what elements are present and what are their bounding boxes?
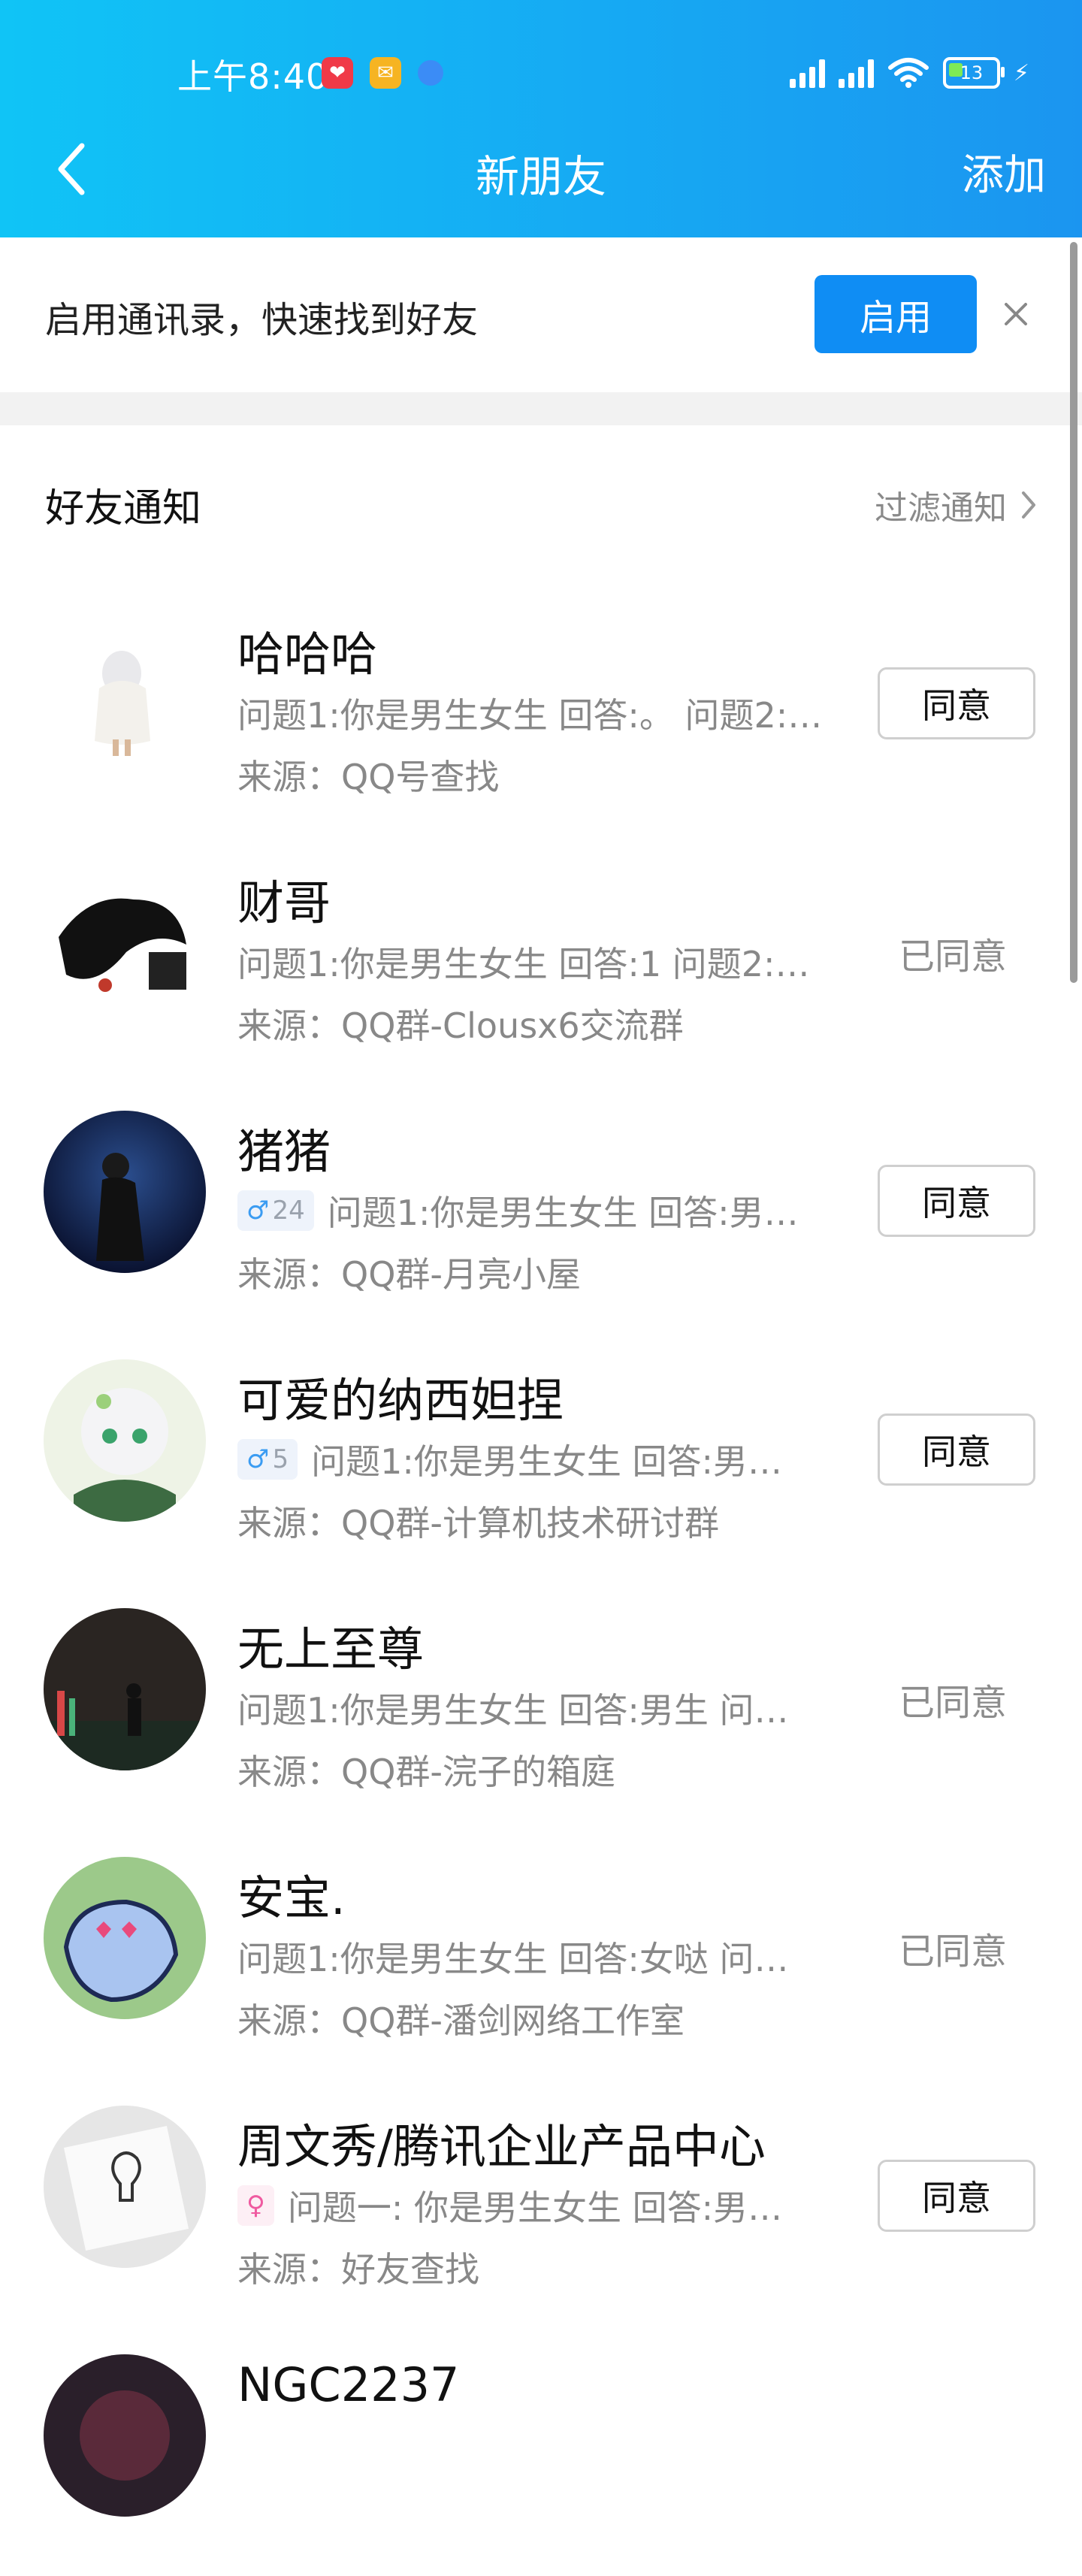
friend-request-row[interactable]: 周文秀/腾讯企业产品中心 ♀ 问题一: 你是男生女生 回答:男… 来源：好友查找… (0, 2079, 1082, 2327)
question-text: 问题1:你是男生女生 回答:男… (311, 1441, 783, 1482)
request-question: 问题1:你是男生女生 回答:男生 问… (237, 1683, 849, 1733)
friend-request-row[interactable]: NGC2237 (0, 2327, 1082, 2576)
gender-age-badge: ♂ 5 (237, 1439, 298, 1480)
page-title: 新朋友 (475, 151, 606, 202)
app-header: 上午8:40 ❤ ✉ 13 ⚡ 新朋友 添加 (0, 0, 1082, 237)
request-source: 来源：QQ群-月亮小屋 (237, 1254, 582, 1295)
request-name: 财哥 (237, 875, 331, 930)
request-source: 来源：QQ群-潘剑网络工作室 (237, 2000, 685, 2041)
battery-icon: 13 (942, 57, 1005, 89)
friend-request-row[interactable]: 财哥 问题1:你是男生女生 回答:1 问题2:… 来源：QQ群-Clousx6交… (0, 835, 1082, 1084)
request-source: 来源：QQ号查找 (237, 757, 500, 797)
request-name: 猪猪 (237, 1124, 331, 1179)
avatar (44, 2354, 206, 2517)
request-source: 来源：好友查找 (237, 2249, 479, 2290)
agreed-status: 已同意 (899, 936, 1008, 978)
avatar (44, 1359, 206, 1522)
avatar (44, 2106, 206, 2268)
request-name: 周文秀/腾讯企业产品中心 (237, 2119, 766, 2174)
battery-level: 13 (960, 62, 984, 83)
request-question: ♂ 5 问题1:你是男生女生 回答:男… (237, 1435, 849, 1484)
friend-request-row[interactable]: 安宝. 问题1:你是男生女生 回答:女哒 问… 来源：QQ群-潘剑网络工作室 已… (0, 1830, 1082, 2079)
status-time: 上午8:40 (177, 56, 329, 97)
cellular-signal-icon (789, 58, 825, 88)
request-name: 哈哈哈 (237, 627, 378, 682)
filter-notifications-link[interactable]: 过滤通知 (875, 481, 1037, 529)
question-text: 问题1:你是男生女生 回答:女哒 问… (237, 1939, 789, 1979)
request-name: 无上至尊 (237, 1622, 425, 1677)
agree-button[interactable]: 同意 (878, 1165, 1035, 1237)
agreed-status: 已同意 (899, 1682, 1008, 1724)
close-banner-button[interactable] (993, 292, 1038, 337)
male-icon: ♂ (246, 1196, 270, 1226)
system-icons: 13 ⚡ (789, 57, 1029, 89)
message-notification-icon (418, 60, 443, 86)
agree-button[interactable]: 同意 (878, 2160, 1035, 2232)
section-divider (0, 392, 1082, 425)
friend-request-row[interactable]: 猪猪 ♂ 24 问题1:你是男生女生 回答:男… 来源：QQ群-月亮小屋 同意 (0, 1084, 1082, 1332)
contacts-banner: 启用通讯录，快速找到好友 启用 (0, 237, 1082, 392)
avatar (44, 1857, 206, 2019)
gender-badge: ♀ (237, 2185, 274, 2226)
charging-icon: ⚡ (1013, 59, 1029, 86)
cellular-signal-icon (838, 58, 874, 88)
request-question: 问题1:你是男生女生 回答:。 问题2:… (237, 688, 849, 738)
avatar (44, 1111, 206, 1273)
agree-button[interactable]: 同意 (878, 1413, 1035, 1486)
add-friend-button[interactable]: 添加 (962, 141, 1046, 202)
agreed-status: 已同意 (899, 1930, 1008, 1973)
mail-notification-icon: ✉ (370, 57, 401, 89)
app-notification-icon: ❤ (322, 57, 353, 89)
request-source: 来源：QQ群-计算机技术研讨群 (237, 1503, 720, 1543)
section-title: 好友通知 (45, 486, 202, 531)
friend-request-row[interactable]: 哈哈哈 问题1:你是男生女生 回答:。 问题2:… 来源：QQ号查找 同意 (0, 586, 1082, 835)
request-name: NGC2237 (237, 2357, 460, 2412)
question-text: 问题1:你是男生女生 回答:男… (327, 1193, 799, 1233)
friend-request-list: 哈哈哈 问题1:你是男生女生 回答:。 问题2:… 来源：QQ号查找 同意 财哥… (0, 586, 1082, 2576)
request-source: 来源：QQ群-Clousx6交流群 (237, 1005, 684, 1046)
friend-request-row[interactable]: 无上至尊 问题1:你是男生女生 回答:男生 问… 来源：QQ群-浣子的箱庭 已同… (0, 1581, 1082, 1830)
request-source: 来源：QQ群-浣子的箱庭 (237, 1752, 616, 1792)
scrollbar[interactable] (1070, 242, 1077, 983)
chevron-right-icon (1022, 491, 1035, 519)
wifi-icon (887, 58, 929, 88)
close-icon (1005, 303, 1027, 325)
agree-button[interactable]: 同意 (878, 667, 1035, 739)
friend-request-row[interactable]: 可爱的纳西妲捏 ♂ 5 问题1:你是男生女生 回答:男… 来源：QQ群-计算机技… (0, 1332, 1082, 1581)
question-text: 问题一: 你是男生女生 回答:男… (287, 2187, 783, 2228)
avatar (44, 1608, 206, 1770)
request-question: ♀ 问题一: 你是男生女生 回答:男… (237, 2181, 849, 2230)
male-icon: ♂ (246, 1444, 270, 1474)
question-text: 问题1:你是男生女生 回答:1 问题2:… (237, 944, 810, 984)
request-name: 可爱的纳西妲捏 (237, 1373, 564, 1428)
request-question: ♂ 24 问题1:你是男生女生 回答:男… (237, 1186, 849, 1235)
banner-text: 启用通讯录，快速找到好友 (45, 299, 479, 341)
request-name: 安宝. (237, 1870, 346, 1925)
female-icon: ♀ (246, 2191, 265, 2221)
avatar (44, 613, 206, 776)
enable-contacts-button[interactable]: 启用 (815, 275, 977, 353)
avatar (44, 862, 206, 1024)
question-text: 问题1:你是男生女生 回答:男生 问… (237, 1690, 789, 1731)
gender-age-badge: ♂ 24 (237, 1190, 314, 1231)
request-question: 问题1:你是男生女生 回答:女哒 问… (237, 1932, 849, 1982)
question-text: 问题1:你是男生女生 回答:。 问题2:… (237, 695, 823, 736)
request-question: 问题1:你是男生女生 回答:1 问题2:… (237, 937, 849, 987)
age-value: 5 (272, 1444, 289, 1474)
filter-label: 过滤通知 (875, 489, 1007, 528)
age-value: 24 (272, 1196, 305, 1226)
notification-icons: ❤ ✉ (322, 57, 443, 89)
